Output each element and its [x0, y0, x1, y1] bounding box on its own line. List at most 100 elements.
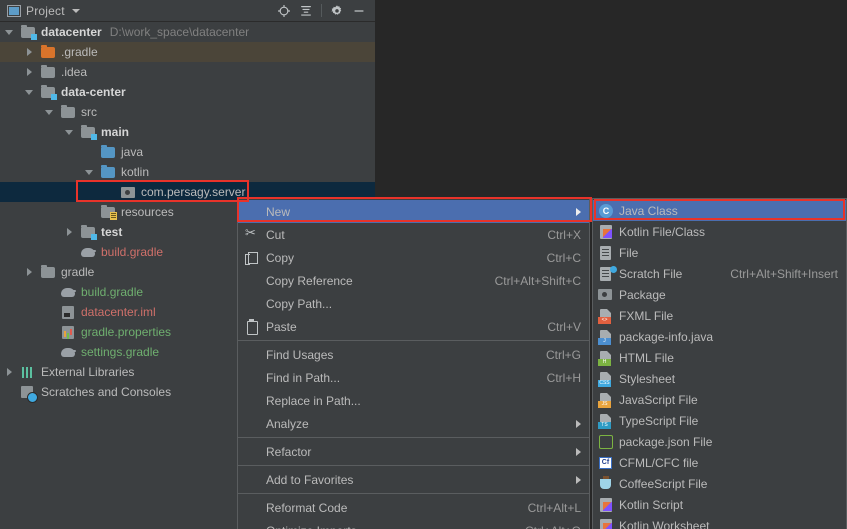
tree-node-label: main	[101, 125, 129, 139]
tree-twisty-placeholder	[104, 186, 116, 198]
menu-item-label: Add to Favorites	[266, 473, 353, 487]
submenu-item-file[interactable]: File	[593, 242, 846, 263]
cut-icon	[242, 227, 262, 243]
menu-item-paste[interactable]: PasteCtrl+V	[238, 315, 589, 338]
context-menu[interactable]: New CutCtrl+X Copy Ctrl+C Copy Reference Ctrl…	[237, 198, 590, 529]
menu-icon-placeholder	[242, 500, 262, 516]
menu-item-shortcut: Ctrl+Alt+O	[525, 524, 581, 529]
tree-node-java[interactable]: java	[0, 142, 375, 162]
submenu-item-label: Kotlin File/Class	[619, 225, 705, 239]
tree-expand-arrow-icon[interactable]	[24, 266, 36, 278]
tree-twisty-placeholder	[84, 146, 96, 158]
submenu-item-package-info-java[interactable]: Jpackage-info.java	[593, 326, 846, 347]
menu-item-shortcut: Ctrl+G	[546, 348, 581, 362]
menu-item-shortcut: Ctrl+C	[547, 251, 581, 265]
menu-item-replace-in-path[interactable]: Replace in Path...	[238, 389, 589, 412]
submenu-item-kotlin-worksheet[interactable]: Kotlin Worksheet	[593, 515, 846, 529]
java-class-icon: C	[597, 203, 616, 219]
submenu-item-fxml-file[interactable]: <>FXML File	[593, 305, 846, 326]
submenu-item-label: Java Class	[619, 204, 678, 218]
module-folder-icon	[80, 224, 96, 240]
menu-separator	[238, 437, 589, 438]
tree-collapse-arrow-icon[interactable]	[84, 166, 96, 178]
submenu-item-kotlin-script[interactable]: Kotlin Script	[593, 494, 846, 515]
submenu-item-cfml-cfc-file[interactable]: CfCFML/CFC file	[593, 452, 846, 473]
submenu-item-java-class[interactable]: CJava Class	[593, 200, 846, 221]
menu-item-refactor[interactable]: Refactor	[238, 440, 589, 463]
submenu-item-html-file[interactable]: HHTML File	[593, 347, 846, 368]
menu-item-find-usages[interactable]: Find UsagesCtrl+G	[238, 343, 589, 366]
fxml-file-icon: <>	[597, 308, 616, 324]
tree-node-label: gradle	[61, 265, 94, 279]
java-file-icon: J	[597, 329, 616, 345]
submenu-item-scratch-file[interactable]: Scratch FileCtrl+Alt+Shift+Insert	[593, 263, 846, 284]
cfml-icon: Cf	[597, 455, 616, 471]
tree-node-kotlin[interactable]: kotlin	[0, 162, 375, 182]
menu-item-optimize-imports[interactable]: Optimize ImportsCtrl+Alt+O	[238, 519, 589, 529]
tree-node-label: Scratches and Consoles	[41, 385, 171, 399]
scratches-icon	[20, 384, 36, 400]
submenu-item-label: HTML File	[619, 351, 674, 365]
tree-expand-arrow-icon[interactable]	[64, 226, 76, 238]
tree-collapse-arrow-icon[interactable]	[24, 86, 36, 98]
tree-collapse-arrow-icon[interactable]	[44, 106, 56, 118]
menu-icon-placeholder	[242, 416, 262, 432]
menu-item-shortcut: Ctrl+Alt+Shift+C	[495, 274, 581, 288]
tree-expand-arrow-icon[interactable]	[24, 46, 36, 58]
menu-item-label: Copy	[266, 251, 294, 265]
folder-icon	[60, 104, 76, 120]
package-icon	[597, 287, 616, 303]
tree-node-data-center[interactable]: data-center	[0, 82, 375, 102]
submenu-item-stylesheet[interactable]: CSSStylesheet	[593, 368, 846, 389]
menu-item-find-in-path[interactable]: Find in Path...Ctrl+H	[238, 366, 589, 389]
menu-item-cut[interactable]: CutCtrl+X	[238, 223, 589, 246]
menu-item-copy-path[interactable]: Copy Path...	[238, 292, 589, 315]
tree-twisty-placeholder	[44, 326, 56, 338]
menu-item-copy[interactable]: Copy Ctrl+C	[238, 246, 589, 269]
menu-item-label: Copy Reference	[266, 274, 353, 288]
chevron-down-icon[interactable]	[72, 9, 80, 13]
css-file-icon: CSS	[597, 371, 616, 387]
project-panel-header: Project	[0, 0, 375, 22]
submenu-item-shortcut: Ctrl+Alt+Shift+Insert	[730, 267, 838, 281]
menu-item-add-to-favorites[interactable]: Add to Favorites	[238, 468, 589, 491]
tree-node--gradle[interactable]: .gradle	[0, 42, 375, 62]
tree-expand-arrow-icon[interactable]	[24, 66, 36, 78]
tree-node-label: src	[81, 105, 97, 119]
submenu-item-kotlin-file-class[interactable]: Kotlin File/Class	[593, 221, 846, 242]
paste-icon	[242, 319, 262, 335]
tree-collapse-arrow-icon[interactable]	[4, 26, 16, 38]
menu-item-label: Find in Path...	[266, 371, 340, 385]
submenu-item-coffeescript-file[interactable]: CoffeeScript File	[593, 473, 846, 494]
tree-node--idea[interactable]: .idea	[0, 62, 375, 82]
collapse-all-icon[interactable]	[295, 1, 317, 21]
project-path-label: D:\work_space\datacenter	[110, 25, 249, 39]
tree-node-label: .idea	[61, 65, 87, 79]
menu-item-label: New	[266, 205, 290, 219]
tree-collapse-arrow-icon[interactable]	[64, 126, 76, 138]
menu-item-label: Cut	[266, 228, 285, 242]
submenu-item-label: CoffeeScript File	[619, 477, 707, 491]
tree-node-label: com.persagy.server	[141, 185, 245, 199]
menu-item-new[interactable]: New	[238, 200, 589, 223]
new-submenu[interactable]: CJava Class Kotlin File/Class FileScratch …	[592, 198, 847, 529]
hide-window-icon[interactable]	[348, 1, 370, 21]
tree-node-src[interactable]: src	[0, 102, 375, 122]
tree-expand-arrow-icon[interactable]	[4, 366, 16, 378]
submenu-item-javascript-file[interactable]: JSJavaScript File	[593, 389, 846, 410]
menu-item-shortcut: Ctrl+Alt+L	[528, 501, 581, 515]
menu-item-analyze[interactable]: Analyze	[238, 412, 589, 435]
tree-twisty-placeholder	[4, 386, 16, 398]
menu-item-copy-reference[interactable]: Copy Reference Ctrl+Alt+Shift+C	[238, 269, 589, 292]
submenu-item-label: TypeScript File	[619, 414, 698, 428]
submenu-item-typescript-file[interactable]: TSTypeScript File	[593, 410, 846, 431]
settings-gear-icon[interactable]	[326, 1, 348, 21]
submenu-item-package[interactable]: Package	[593, 284, 846, 305]
submenu-item-package-json-file[interactable]: package.json File	[593, 431, 846, 452]
kotlin-worksheet-icon	[597, 518, 616, 529]
tree-node-main[interactable]: main	[0, 122, 375, 142]
locate-icon[interactable]	[273, 1, 295, 21]
menu-item-reformat-code[interactable]: Reformat CodeCtrl+Alt+L	[238, 496, 589, 519]
tree-node-datacenter[interactable]: datacenterD:\work_space\datacenter	[0, 22, 375, 42]
tree-node-label: resources	[121, 205, 174, 219]
